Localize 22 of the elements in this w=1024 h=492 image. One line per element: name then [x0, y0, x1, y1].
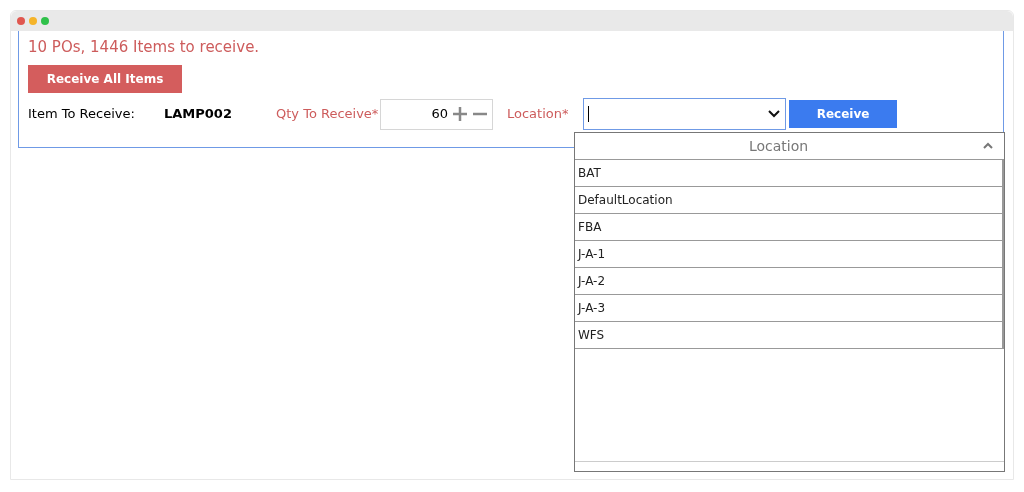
- location-option[interactable]: FBA: [575, 214, 1004, 241]
- receive-all-button[interactable]: Receive All Items: [28, 65, 182, 93]
- location-option[interactable]: J-A-3: [575, 295, 1004, 322]
- chevron-down-icon: [767, 109, 781, 119]
- location-option[interactable]: WFS: [575, 322, 1004, 349]
- location-label: Location*: [507, 105, 570, 124]
- plus-icon[interactable]: [452, 106, 468, 122]
- text-cursor: [588, 106, 589, 122]
- location-option[interactable]: J-A-2: [575, 268, 1004, 295]
- summary-text: 10 POs, 1446 Items to receive.: [28, 37, 261, 57]
- chevron-up-icon[interactable]: [982, 142, 994, 150]
- location-option[interactable]: DefaultLocation: [575, 187, 1004, 214]
- qty-value: 60: [431, 105, 448, 124]
- receive-button[interactable]: Receive: [789, 100, 897, 128]
- qty-field[interactable]: 60: [380, 98, 493, 130]
- item-value: LAMP002: [164, 105, 233, 124]
- qty-label: Qty To Receive*: [276, 105, 380, 124]
- dropdown-header-text: Location: [747, 136, 810, 156]
- location-option[interactable]: J-A-1: [575, 241, 1004, 268]
- location-option[interactable]: BAT: [575, 160, 1004, 187]
- item-label: Item To Receive:: [28, 105, 136, 124]
- location-combobox[interactable]: [583, 98, 786, 130]
